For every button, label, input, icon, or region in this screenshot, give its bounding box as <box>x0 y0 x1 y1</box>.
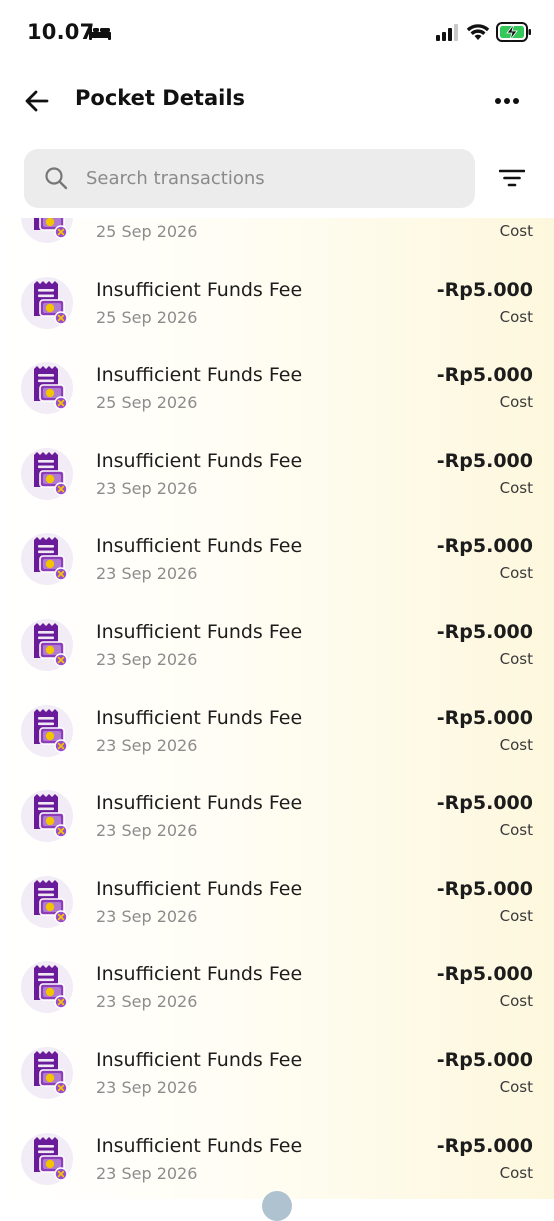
transaction-title: Insufficient Funds Fee <box>96 963 303 986</box>
receipt-cancel-icon <box>21 790 73 843</box>
transaction-row[interactable]: Insufficient Funds Fee 25 Sep 2026 -Rp5.… <box>0 261 554 347</box>
transaction-row[interactable]: Insufficient Funds Fee 23 Sep 2026 -Rp5.… <box>0 860 554 946</box>
status-bar: 10.07 <box>0 0 554 64</box>
transaction-type: Cost <box>499 393 533 412</box>
transaction-title: Insufficient Funds Fee <box>96 535 303 558</box>
transaction-date: 23 Sep 2026 <box>96 992 198 1012</box>
transaction-row[interactable]: Insufficient Funds Fee 23 Sep 2026 -Rp5.… <box>0 1117 554 1199</box>
receipt-cancel-icon <box>21 875 73 928</box>
transaction-date: 23 Sep 2026 <box>96 821 198 841</box>
transaction-title: Insufficient Funds Fee <box>96 706 303 729</box>
receipt-cancel-icon <box>21 362 73 415</box>
transaction-date: 25 Sep 2026 <box>96 393 198 413</box>
arrow-left-icon <box>25 90 49 112</box>
transaction-title: Insufficient Funds Fee <box>96 278 303 301</box>
transaction-date: 23 Sep 2026 <box>96 649 198 669</box>
transaction-list-content: Insufficient Funds Fee 25 Sep 2026 -Rp5.… <box>0 218 554 1199</box>
transaction-amount: -Rp5.000 <box>436 1134 533 1157</box>
transaction-row[interactable]: Insufficient Funds Fee 23 Sep 2026 -Rp5.… <box>0 1031 554 1117</box>
battery-charging-icon <box>496 22 531 42</box>
wifi-icon <box>466 24 490 40</box>
transaction-type: Cost <box>499 564 533 583</box>
transaction-amount: -Rp5.000 <box>436 706 533 729</box>
transaction-amount: -Rp5.000 <box>436 620 533 643</box>
transaction-amount: -Rp5.000 <box>436 535 533 558</box>
transaction-list[interactable]: Insufficient Funds Fee 25 Sep 2026 -Rp5.… <box>0 218 554 1199</box>
cellular-signal-icon <box>436 24 458 41</box>
more-options-button[interactable] <box>488 86 526 116</box>
transaction-row[interactable]: Insufficient Funds Fee 25 Sep 2026 -Rp5.… <box>0 346 554 432</box>
transaction-date: 23 Sep 2026 <box>96 478 198 498</box>
search-icon <box>45 167 68 190</box>
transaction-type: Cost <box>499 1077 533 1096</box>
transaction-row[interactable]: Insufficient Funds Fee 23 Sep 2026 -Rp5.… <box>0 432 554 518</box>
receipt-cancel-icon <box>21 218 73 243</box>
transaction-type: Cost <box>499 307 533 326</box>
transaction-row[interactable]: Insufficient Funds Fee 23 Sep 2026 -Rp5.… <box>0 517 554 603</box>
transaction-row[interactable]: Insufficient Funds Fee 23 Sep 2026 -Rp5.… <box>0 689 554 775</box>
receipt-cancel-icon <box>21 961 73 1014</box>
transaction-date: 23 Sep 2026 <box>96 564 198 584</box>
receipt-cancel-icon <box>21 276 73 329</box>
transaction-title: Insufficient Funds Fee <box>96 449 303 472</box>
filter-button[interactable] <box>492 160 532 196</box>
transaction-type: Cost <box>499 1163 533 1182</box>
transaction-type: Cost <box>499 992 533 1011</box>
search-bar[interactable] <box>24 149 475 208</box>
transaction-type: Cost <box>499 222 533 240</box>
transaction-date: 23 Sep 2026 <box>96 1163 198 1183</box>
transaction-type: Cost <box>499 735 533 754</box>
transaction-type: Cost <box>499 821 533 840</box>
transaction-date: 23 Sep 2026 <box>96 735 198 755</box>
transaction-amount: -Rp5.000 <box>436 792 533 815</box>
receipt-cancel-icon <box>21 1132 73 1185</box>
transaction-row[interactable]: Insufficient Funds Fee 23 Sep 2026 -Rp5.… <box>0 774 554 860</box>
transaction-date: 23 Sep 2026 <box>96 1077 198 1097</box>
receipt-cancel-icon <box>21 533 73 586</box>
receipt-cancel-icon <box>21 1046 73 1099</box>
transaction-date: 25 Sep 2026 <box>96 307 198 327</box>
transaction-amount: -Rp5.000 <box>436 278 533 301</box>
transaction-amount: -Rp5.000 <box>436 364 533 387</box>
transaction-date: 25 Sep 2026 <box>96 222 198 241</box>
transaction-row[interactable]: Insufficient Funds Fee 23 Sep 2026 -Rp5.… <box>0 945 554 1031</box>
transaction-title: Insufficient Funds Fee <box>96 1134 303 1157</box>
receipt-cancel-icon <box>21 447 73 500</box>
transaction-title: Insufficient Funds Fee <box>96 877 303 900</box>
transaction-row[interactable]: Insufficient Funds Fee 23 Sep 2026 -Rp5.… <box>0 603 554 689</box>
sleep-focus-icon <box>89 26 111 40</box>
transaction-title: Insufficient Funds Fee <box>96 620 303 643</box>
transaction-row[interactable]: Insufficient Funds Fee 25 Sep 2026 -Rp5.… <box>0 218 554 261</box>
transaction-title: Insufficient Funds Fee <box>96 1048 303 1071</box>
transaction-type: Cost <box>499 478 533 497</box>
transaction-amount: -Rp5.000 <box>436 877 533 900</box>
more-horizontal-icon <box>495 98 519 104</box>
transaction-amount: -Rp5.000 <box>436 449 533 472</box>
transaction-type: Cost <box>499 649 533 668</box>
transaction-amount: -Rp5.000 <box>436 963 533 986</box>
transaction-amount: -Rp5.000 <box>436 1048 533 1071</box>
scroll-indicator <box>262 1191 292 1221</box>
receipt-cancel-icon <box>21 618 73 671</box>
transaction-title: Insufficient Funds Fee <box>96 792 303 815</box>
back-button[interactable] <box>20 84 54 118</box>
search-input[interactable] <box>86 149 456 208</box>
filter-icon <box>499 169 525 187</box>
receipt-cancel-icon <box>21 704 73 757</box>
transaction-date: 23 Sep 2026 <box>96 906 198 926</box>
transaction-type: Cost <box>499 906 533 925</box>
page-title: Pocket Details <box>75 86 246 110</box>
status-time: 10.07 <box>27 20 95 44</box>
transaction-title: Insufficient Funds Fee <box>96 364 303 387</box>
